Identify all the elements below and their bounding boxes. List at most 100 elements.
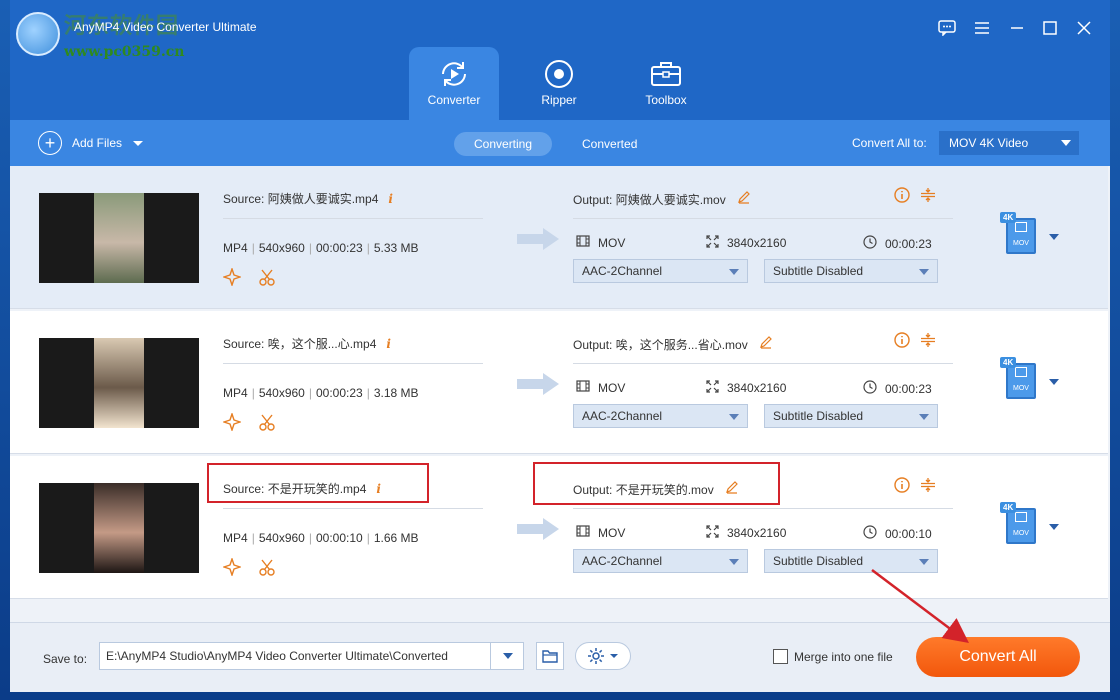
source-size: 5.33 MB <box>373 241 419 255</box>
output-duration: 00:00:23 <box>863 380 932 397</box>
audio-track-select[interactable]: AAC-2Channel <box>573 549 748 573</box>
divider <box>223 363 483 364</box>
save-path-field[interactable]: E:\AnyMP4 Studio\AnyMP4 Video Converter … <box>99 642 524 670</box>
thumbnail-image <box>94 483 144 573</box>
tab-ripper[interactable]: Ripper <box>514 47 604 120</box>
info-circle-icon[interactable] <box>894 187 910 207</box>
output-resolution-text: 3840x2160 <box>727 236 787 250</box>
badge-format-text: MOV <box>1013 240 1029 247</box>
chevron-down-icon[interactable] <box>132 138 144 148</box>
resize-icon <box>706 525 719 541</box>
source-resolution: 540x960 <box>258 241 305 255</box>
compress-icon[interactable] <box>920 477 936 497</box>
convert-arrow-icon <box>517 518 559 540</box>
cut-icon[interactable] <box>258 558 276 581</box>
badge-4k-text: 4K <box>1000 357 1017 368</box>
chevron-down-icon[interactable] <box>1049 524 1059 530</box>
output-format-badge[interactable]: MOV 4K <box>1000 502 1040 546</box>
chevron-down-icon <box>919 414 929 420</box>
convert-all-to-label: Convert All to: <box>852 136 927 150</box>
output-format: MOV <box>576 235 625 250</box>
subtitle-select[interactable]: Subtitle Disabled <box>764 404 938 428</box>
close-icon[interactable] <box>1070 14 1098 42</box>
merge-label: Merge into one file <box>794 649 893 664</box>
convert-all-format-select[interactable]: MOV 4K Video <box>939 131 1079 155</box>
subtitle-select[interactable]: Subtitle Disabled <box>764 259 938 283</box>
compress-icon[interactable] <box>920 332 936 352</box>
disc-icon <box>544 59 574 89</box>
add-files-label: Add Files <box>72 136 123 150</box>
film-icon <box>576 380 590 395</box>
badge-format-text: MOV <box>1013 530 1029 537</box>
file-row: Source: 唉，这个服...心.mp4 i MP4 | 540x960 | 00:00… <box>10 311 1108 454</box>
info-circle-icon[interactable] <box>894 332 910 352</box>
source-size: 1.66 MB <box>373 531 419 545</box>
audio-track-value: AAC-2Channel <box>582 554 663 568</box>
menu-icon[interactable] <box>968 14 996 42</box>
enhance-icon[interactable] <box>221 411 243 436</box>
merge-checkbox[interactable]: Merge into one file <box>773 649 893 664</box>
film-icon <box>576 525 590 540</box>
enhance-icon[interactable] <box>221 556 243 581</box>
info-icon[interactable]: i <box>386 337 391 351</box>
info-circle-icon[interactable] <box>894 477 910 497</box>
output-duration-text: 00:00:10 <box>885 526 932 541</box>
film-icon <box>1015 367 1027 377</box>
source-duration: 00:00:23 <box>315 386 363 400</box>
output-format-badge[interactable]: MOV 4K <box>1000 357 1040 401</box>
cut-icon[interactable] <box>258 413 276 436</box>
video-thumbnail[interactable] <box>39 338 199 428</box>
feedback-icon[interactable] <box>933 14 961 42</box>
output-resolution: 3840x2160 <box>706 235 786 251</box>
edit-icon[interactable] <box>734 191 751 207</box>
output-actions <box>894 477 936 497</box>
video-thumbnail[interactable] <box>39 193 199 283</box>
desktop-background-left <box>0 0 10 700</box>
tab-converted[interactable]: Converted <box>562 132 657 156</box>
maximize-icon[interactable] <box>1036 14 1064 42</box>
tab-toolbox[interactable]: Toolbox <box>621 47 711 120</box>
chevron-down-icon[interactable] <box>1049 379 1059 385</box>
chevron-down-icon[interactable] <box>1049 234 1059 240</box>
subtitle-select[interactable]: Subtitle Disabled <box>764 549 938 573</box>
save-path-value: E:\AnyMP4 Studio\AnyMP4 Video Converter … <box>106 649 448 663</box>
chevron-down-icon <box>919 269 929 275</box>
resize-icon <box>706 380 719 396</box>
film-icon <box>1015 222 1027 232</box>
annotation-highlight-output <box>533 462 780 505</box>
save-to-label: Save to: <box>43 652 88 666</box>
add-files-button[interactable]: + Add Files <box>38 131 144 155</box>
chevron-down-icon <box>919 559 929 565</box>
audio-track-select[interactable]: AAC-2Channel <box>573 259 748 283</box>
annotation-highlight-source <box>207 463 429 503</box>
output-format-text: MOV <box>598 235 626 250</box>
output-actions <box>894 332 936 352</box>
compress-icon[interactable] <box>920 187 936 207</box>
enhance-icon[interactable] <box>221 266 243 291</box>
settings-button[interactable] <box>575 642 631 670</box>
video-thumbnail[interactable] <box>39 483 199 573</box>
chevron-down-icon[interactable] <box>503 653 513 659</box>
edit-icon[interactable] <box>756 336 773 352</box>
cut-icon[interactable] <box>258 268 276 291</box>
output-resolution-text: 3840x2160 <box>727 381 787 395</box>
tab-converter[interactable]: Converter <box>409 47 499 120</box>
chevron-down-icon <box>610 654 618 658</box>
output-resolution: 3840x2160 <box>706 380 786 396</box>
info-icon[interactable]: i <box>388 192 393 206</box>
audio-track-select[interactable]: AAC-2Channel <box>573 404 748 428</box>
checkbox-box[interactable] <box>773 649 788 664</box>
output-format-text: MOV <box>598 380 626 395</box>
folder-icon <box>542 650 558 663</box>
plus-icon: + <box>38 131 62 155</box>
output-filename: Output: 阿姨做人要诚实.mov <box>573 190 751 208</box>
convert-all-button[interactable]: Convert All <box>916 637 1080 677</box>
clock-icon <box>863 525 877 542</box>
source-size: 3.18 MB <box>373 386 419 400</box>
tab-converting[interactable]: Converting <box>454 132 553 156</box>
minimize-icon[interactable] <box>1003 14 1031 42</box>
open-folder-button[interactable] <box>536 642 564 670</box>
clock-icon <box>863 235 877 252</box>
tab-converter-label: Converter <box>427 93 481 107</box>
output-format-badge[interactable]: MOV 4K <box>1000 212 1040 256</box>
